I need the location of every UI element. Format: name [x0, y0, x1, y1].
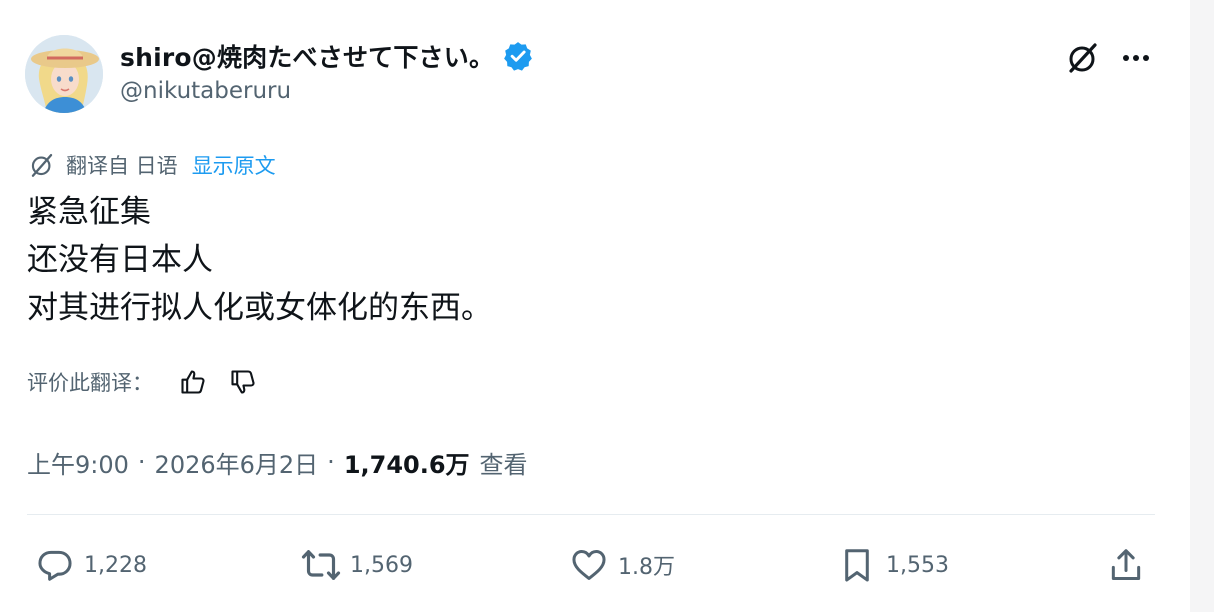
tweet-line: 紧急征集 — [27, 194, 151, 230]
like-count: 1.8万 — [618, 555, 675, 580]
translation-label: 翻译自 日语 — [66, 154, 178, 178]
tweet-meta: 上午9:00 · 2026年6月2日 · 1,740.6万 查看 — [27, 443, 528, 481]
tweet-text: 紧急征集 还没有日本人 对其进行拟人化或女体化的东西。 — [27, 188, 492, 332]
views-label[interactable]: 查看 — [480, 445, 528, 480]
tweet-line: 对其进行拟人化或女体化的东西。 — [27, 290, 492, 326]
like-button[interactable]: 1.8万 — [568, 540, 675, 590]
verified-badge-icon — [502, 40, 534, 72]
retweet-button[interactable]: 1,569 — [300, 540, 413, 590]
views-count[interactable]: 1,740.6万 — [344, 445, 470, 480]
retweet-icon — [300, 544, 342, 586]
translate-icon — [31, 153, 53, 177]
avatar[interactable] — [25, 35, 103, 113]
thumbs-down-icon — [231, 370, 255, 394]
more-button[interactable] — [1116, 38, 1156, 78]
reply-button[interactable]: 1,228 — [34, 540, 147, 590]
avatar-portrait — [25, 35, 103, 113]
thumbs-down-button[interactable] — [223, 362, 263, 402]
meta-separator: · — [327, 448, 335, 476]
bookmark-count: 1,553 — [886, 552, 949, 578]
meta-separator: · — [137, 448, 146, 476]
display-name-row: shiro@焼肉たべさせて下さい。 — [120, 38, 534, 74]
thumbs-up-icon — [181, 370, 205, 394]
bookmark-button[interactable]: 1,553 — [836, 540, 949, 590]
user-handle[interactable]: @nikutaberuru — [120, 78, 291, 104]
tweet-time[interactable]: 上午9:00 — [27, 445, 129, 480]
rate-translation-label: 评价此翻译： — [27, 371, 153, 395]
thumbs-up-button[interactable] — [173, 362, 213, 402]
show-original-link[interactable]: 显示原文 — [192, 150, 276, 180]
reply-count: 1,228 — [84, 552, 147, 578]
rate-translation-row: 评价此翻译： — [27, 362, 263, 402]
bookmark-icon — [836, 544, 878, 586]
action-bar: 1,228 1,569 1.8万 1,553 — [0, 540, 1190, 590]
heart-icon — [568, 544, 610, 586]
display-name[interactable]: shiro@焼肉たべさせて下さい。 — [120, 38, 494, 74]
grok-icon — [1069, 43, 1097, 73]
share-button[interactable] — [1105, 540, 1147, 590]
tweet-date[interactable]: 2026年6月2日 — [155, 445, 319, 480]
translation-row: 翻译自 日语 显示原文 — [28, 148, 276, 182]
grok-button[interactable] — [1063, 38, 1103, 78]
tweet-card: shiro@焼肉たべさせて下さい。 @nikutaberuru 翻译自 日语 显… — [0, 0, 1190, 612]
share-icon — [1105, 544, 1147, 586]
reply-icon — [34, 544, 76, 586]
divider — [27, 514, 1155, 515]
tweet-line: 还没有日本人 — [27, 242, 213, 278]
more-icon — [1123, 55, 1149, 61]
retweet-count: 1,569 — [350, 552, 413, 578]
